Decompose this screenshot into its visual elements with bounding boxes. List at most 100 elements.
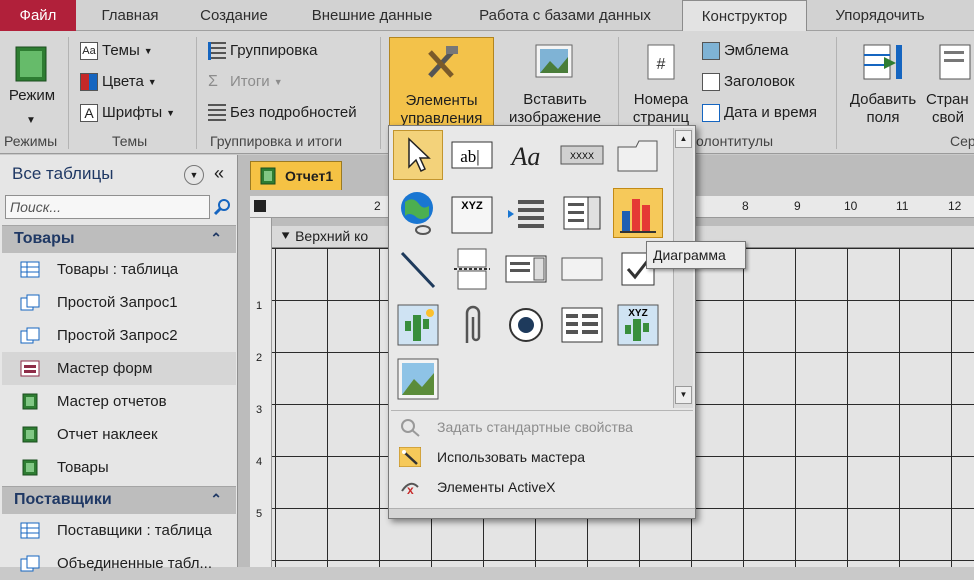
page-numbers-button[interactable]: # Номера страниц: [628, 37, 694, 129]
rectangle-control[interactable]: [557, 244, 607, 294]
select-pointer-control[interactable]: [393, 130, 443, 180]
svg-text:XXXX: XXXX: [570, 151, 594, 161]
nav-item-joined-tables[interactable]: Объединенные табл...: [2, 547, 236, 580]
ruler-number: 2: [374, 199, 381, 213]
nav-item-query1[interactable]: Простой Запрос1: [2, 286, 236, 319]
bound-object-control[interactable]: XYZ: [613, 300, 663, 350]
radio-button-icon: [509, 308, 543, 342]
web-browser-control[interactable]: XYZ: [447, 188, 497, 238]
search-input[interactable]: Поиск...: [5, 195, 210, 219]
nav-section-goods[interactable]: Товары ⌃: [2, 225, 236, 253]
group-label-themes: Темы: [112, 133, 148, 149]
attachment-control[interactable]: [447, 300, 497, 350]
item-label: Мастер форм: [57, 360, 153, 377]
logo-icon: [702, 42, 720, 60]
image-control[interactable]: [393, 354, 443, 404]
line-control[interactable]: [393, 244, 443, 294]
svg-text:ab|: ab|: [460, 147, 479, 166]
bound-object-icon: XYZ: [617, 304, 659, 346]
hyperlink-control[interactable]: [393, 188, 443, 238]
subform-control[interactable]: [557, 300, 607, 350]
page-number-icon: #: [647, 44, 675, 80]
report-icon: [22, 393, 38, 410]
group-label-tools: Сер: [950, 133, 974, 149]
page-numbers-label-1: Номера: [633, 91, 689, 108]
label-control[interactable]: Aa: [501, 130, 551, 180]
hide-details-button[interactable]: Без подробностей: [208, 101, 357, 125]
textbox-control[interactable]: ab|: [447, 130, 497, 180]
title-button[interactable]: Заголовок: [702, 70, 795, 94]
tab-design[interactable]: Конструктор: [682, 0, 807, 32]
page-break-control[interactable]: [447, 244, 497, 294]
fonts-button[interactable]: A Шрифты ▼: [80, 101, 175, 125]
nav-item-label-report[interactable]: Отчет наклеек: [2, 418, 236, 451]
select-report-icon[interactable]: [254, 200, 266, 212]
nav-header[interactable]: Все таблицы ▼ «: [2, 161, 236, 189]
tab-control[interactable]: [613, 130, 663, 180]
wizard-wand-icon: [399, 447, 421, 467]
collapse-icon[interactable]: ⌃: [210, 230, 222, 247]
mode-label: Режим: [8, 87, 56, 104]
document-tab[interactable]: Отчет1: [250, 161, 342, 190]
option-button-control[interactable]: [501, 300, 551, 350]
hide-details-icon: [208, 104, 226, 122]
search-icon[interactable]: [212, 196, 234, 218]
chart-control[interactable]: [613, 188, 663, 238]
option-group-control[interactable]: [557, 188, 607, 238]
controls-label-1: Элементы: [405, 92, 478, 109]
set-default-properties-item[interactable]: Задать стандартные свойства: [393, 412, 691, 442]
property-sheet-button[interactable]: Стран свой: [926, 37, 974, 129]
image-icon: [535, 44, 573, 78]
totals-button[interactable]: Σ Итоги ▼: [208, 70, 283, 94]
nav-item-suppliers-table[interactable]: Поставщики : таблица: [2, 514, 236, 547]
controls-button[interactable]: Элементы управления: [389, 37, 494, 129]
nav-item-form-wizard[interactable]: Мастер форм: [2, 352, 236, 385]
insert-image-button[interactable]: Вставить изображение: [500, 37, 610, 129]
chevron-down-icon[interactable]: ▼: [184, 165, 204, 185]
add-fields-label-2: поля: [866, 109, 900, 126]
colors-icon: [80, 73, 98, 91]
navigation-control[interactable]: [501, 188, 551, 238]
themes-button[interactable]: Aa Темы ▼: [80, 39, 153, 63]
add-fields-icon: [863, 44, 902, 80]
logo-label: Эмблема: [724, 42, 789, 59]
colors-label: Цвета: [102, 73, 144, 90]
defaults-icon: [401, 419, 420, 437]
collapse-icon[interactable]: ⌃: [210, 491, 222, 508]
report-icon: [22, 426, 38, 443]
report-icon: [22, 459, 38, 476]
item-label: Отчет наклеек: [57, 426, 158, 443]
button-control[interactable]: XXXX: [557, 130, 607, 180]
nav-item-goods-report[interactable]: Товары: [2, 451, 236, 484]
tab-file[interactable]: Файл: [0, 0, 76, 31]
chevron-down-icon[interactable]: ▼: [26, 115, 36, 126]
logo-button[interactable]: Эмблема: [702, 39, 788, 63]
tab-create[interactable]: Создание: [184, 0, 284, 31]
unbound-object-control[interactable]: [393, 300, 443, 350]
nav-item-goods-table[interactable]: Товары : таблица: [2, 253, 236, 286]
tab-database-tools[interactable]: Работа с базами данных: [460, 0, 670, 31]
gallery-resize-grip[interactable]: [389, 508, 695, 518]
tab-arrange[interactable]: Упорядочить: [815, 0, 945, 31]
tab-home[interactable]: Главная: [82, 0, 178, 31]
colors-button[interactable]: Цвета ▼: [80, 70, 157, 94]
use-wizards-item[interactable]: Использовать мастера: [393, 442, 691, 472]
bar-chart-icon: [620, 199, 656, 233]
nav-item-query2[interactable]: Простой Запрос2: [2, 319, 236, 352]
nav-item-report-wizard[interactable]: Мастер отчетов: [2, 385, 236, 418]
collapse-pane-icon[interactable]: «: [214, 163, 224, 184]
menu-label: Использовать мастера: [437, 449, 586, 465]
item-label: Простой Запрос1: [57, 294, 178, 311]
combo-box-control[interactable]: [501, 244, 551, 294]
scroll-up-icon[interactable]: ▲: [675, 130, 692, 148]
date-time-button[interactable]: Дата и время: [702, 101, 817, 125]
scroll-down-icon[interactable]: ▼: [675, 386, 692, 404]
nav-section-suppliers[interactable]: Поставщики ⌃: [2, 486, 236, 514]
mode-button[interactable]: Режим: [8, 41, 56, 104]
activex-controls-item[interactable]: x Элементы ActiveX: [393, 472, 691, 502]
item-label: Поставщики : таблица: [57, 522, 212, 539]
tab-external-data[interactable]: Внешние данные: [292, 0, 452, 31]
add-fields-button[interactable]: Добавить поля: [842, 37, 924, 129]
property-sheet-label-2: свой: [932, 109, 965, 126]
grouping-button[interactable]: Группировка: [208, 39, 317, 63]
